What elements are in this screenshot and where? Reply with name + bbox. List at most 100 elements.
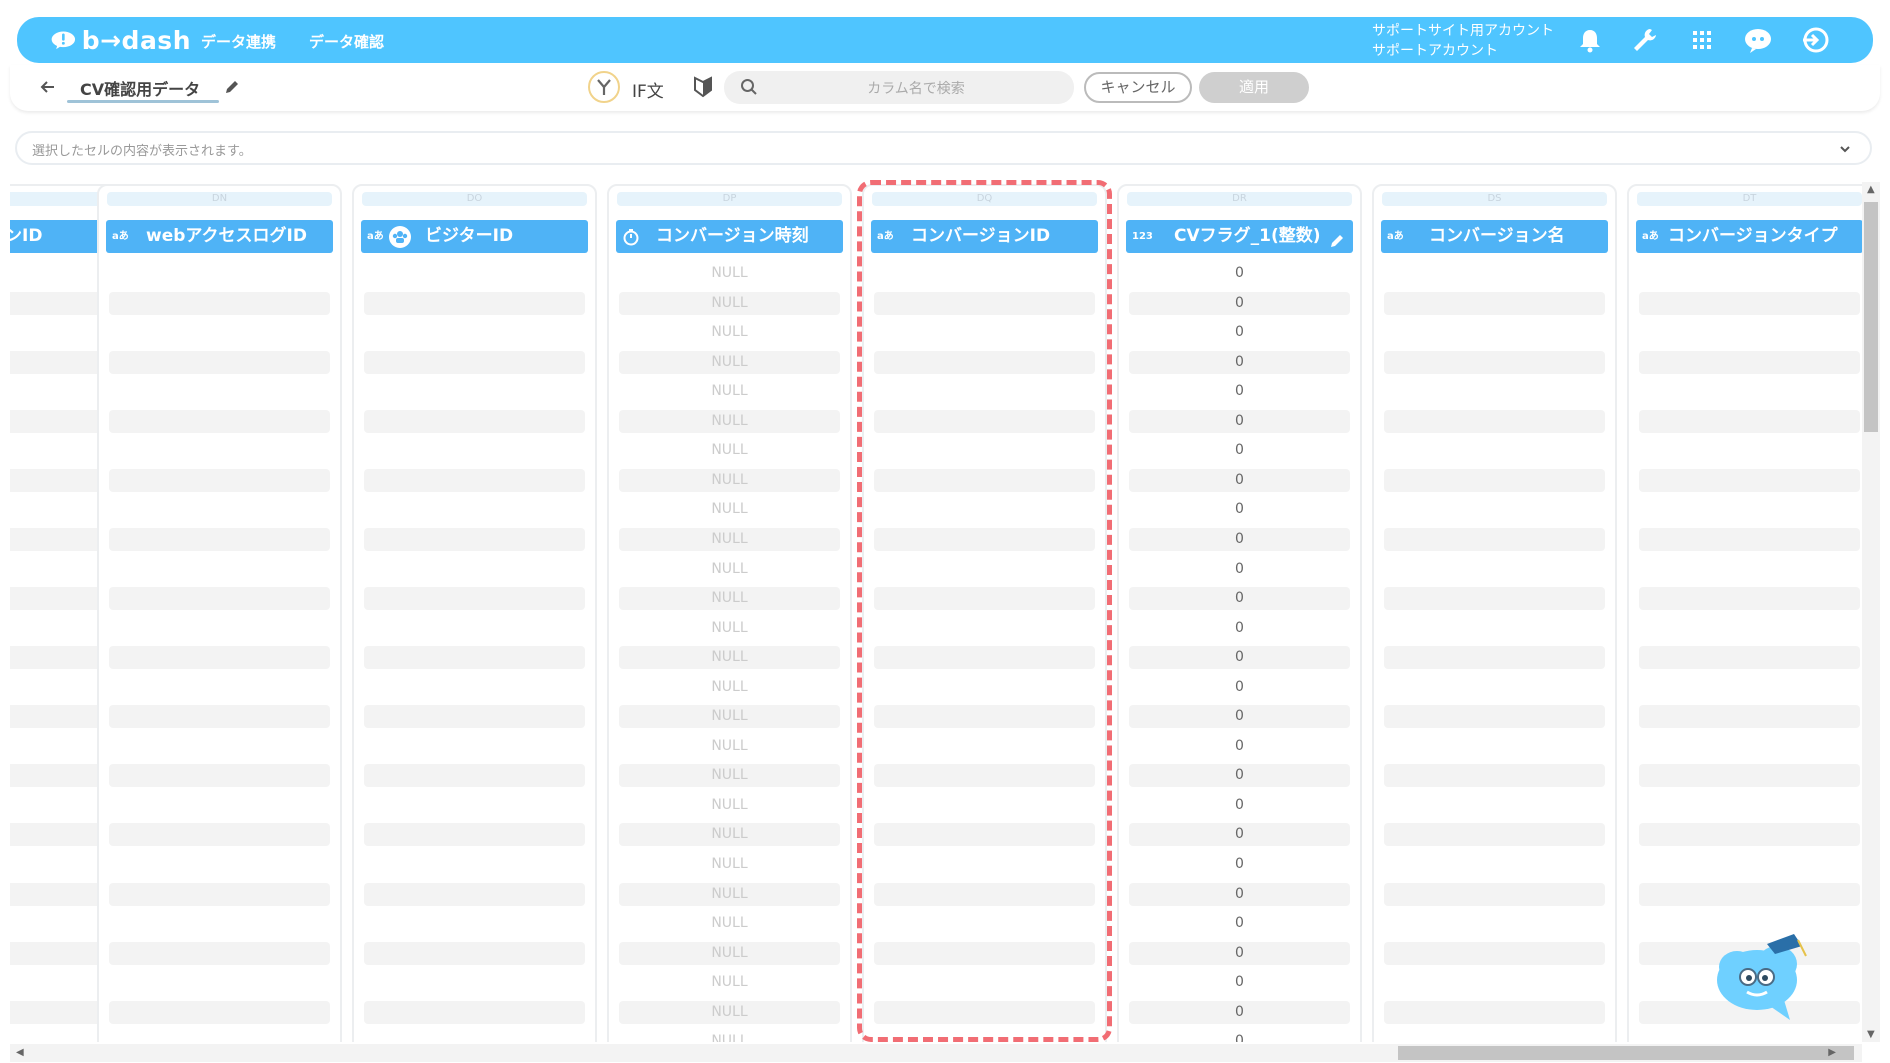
grid-cell[interactable]: [874, 350, 1095, 374]
grid-cell[interactable]: [354, 439, 595, 462]
grid-cell[interactable]: [109, 527, 330, 551]
grid-cell[interactable]: [1374, 794, 1615, 817]
grid-cell[interactable]: [874, 587, 1095, 611]
grid-cell[interactable]: [1374, 617, 1615, 640]
column-header[interactable]: コンバージョン時刻: [616, 220, 843, 253]
wrench-icon[interactable]: [1630, 26, 1660, 54]
grid-cell[interactable]: [364, 587, 585, 611]
nav-data-check[interactable]: データ確認: [309, 31, 384, 52]
grid-cell[interactable]: [364, 882, 585, 906]
grid-cell[interactable]: [109, 1000, 330, 1024]
grid-cell[interactable]: [99, 558, 340, 581]
grid-cell[interactable]: [1639, 468, 1860, 492]
sheet-title[interactable]: CV確認用データ: [80, 76, 200, 100]
if-statement-button[interactable]: [588, 71, 620, 103]
grid-cell[interactable]: [364, 409, 585, 433]
grid-cell[interactable]: [99, 498, 340, 521]
grid-cell[interactable]: [364, 823, 585, 847]
grid-cell[interactable]: [354, 558, 595, 581]
grid-cell[interactable]: [864, 735, 1105, 758]
grid-cell[interactable]: [364, 705, 585, 729]
grid-cell[interactable]: [109, 941, 330, 965]
grid-cell[interactable]: [1629, 498, 1862, 521]
grid-cell[interactable]: [1374, 1030, 1615, 1042]
grid-cell[interactable]: [1374, 971, 1615, 994]
grid-cell[interactable]: [1639, 527, 1860, 551]
grid-cell[interactable]: [364, 291, 585, 315]
grid-cell[interactable]: [354, 912, 595, 935]
grid-cell[interactable]: [99, 617, 340, 640]
grid-cell[interactable]: [109, 350, 330, 374]
grid-cell[interactable]: [354, 498, 595, 521]
grid-cell[interactable]: [874, 823, 1095, 847]
grid-cell[interactable]: [99, 262, 340, 285]
grid-cell[interactable]: [1639, 409, 1860, 433]
grid-cell[interactable]: [109, 468, 330, 492]
search-input[interactable]: [774, 71, 1058, 106]
grid-cell[interactable]: [874, 1000, 1095, 1024]
grid-cell[interactable]: [364, 646, 585, 670]
grid-cell[interactable]: [864, 794, 1105, 817]
grid-cell[interactable]: [1384, 646, 1605, 670]
grid-cell[interactable]: [864, 321, 1105, 344]
grid-cell[interactable]: [354, 321, 595, 344]
grid-cell[interactable]: [1374, 439, 1615, 462]
grid-cell[interactable]: [99, 439, 340, 462]
back-arrow-icon[interactable]: [38, 77, 58, 97]
grid-cell[interactable]: [99, 735, 340, 758]
account-info[interactable]: サポートサイト用アカウント サポートアカウント: [1372, 21, 1554, 61]
grid-cell[interactable]: [364, 941, 585, 965]
grid-cell[interactable]: [874, 409, 1095, 433]
column-header[interactable]: aあ コンバージョンタイプ: [1636, 220, 1862, 253]
chevron-down-icon[interactable]: [1838, 142, 1852, 156]
column-letter[interactable]: DN: [107, 192, 332, 206]
beginner-mark-icon[interactable]: [692, 75, 714, 99]
grid-cell[interactable]: [99, 912, 340, 935]
grid-cell[interactable]: [1374, 262, 1615, 285]
grid-cell[interactable]: [99, 853, 340, 876]
grid-cell[interactable]: [874, 941, 1095, 965]
grid-cell[interactable]: [1639, 587, 1860, 611]
grid-cell[interactable]: [364, 527, 585, 551]
grid-cell[interactable]: [1384, 468, 1605, 492]
grid-cell[interactable]: [1629, 321, 1862, 344]
scroll-right-arrow-icon[interactable]: ▶: [1828, 1047, 1836, 1058]
grid-cell[interactable]: [354, 380, 595, 403]
horizontal-scroll-thumb[interactable]: [1398, 1046, 1854, 1060]
grid-cell[interactable]: [864, 558, 1105, 581]
grid-cell[interactable]: [364, 1000, 585, 1024]
grid-cell[interactable]: [1384, 1000, 1605, 1024]
logout-icon[interactable]: [1800, 26, 1830, 54]
grid-cell[interactable]: [1639, 291, 1860, 315]
scroll-up-arrow-icon[interactable]: ▲: [1867, 184, 1875, 195]
grid-cell[interactable]: [1374, 380, 1615, 403]
vertical-scroll-thumb[interactable]: [1864, 202, 1878, 432]
grid-cell[interactable]: [109, 705, 330, 729]
grid-cell[interactable]: [1374, 558, 1615, 581]
grid-cell[interactable]: [364, 350, 585, 374]
grid-cell[interactable]: [109, 587, 330, 611]
grid-cell[interactable]: [1629, 676, 1862, 699]
grid-cell[interactable]: [109, 823, 330, 847]
grid-cell[interactable]: [1629, 558, 1862, 581]
grid-cell[interactable]: [354, 735, 595, 758]
grid-cell[interactable]: [99, 380, 340, 403]
grid-cell[interactable]: [1639, 882, 1860, 906]
cancel-button[interactable]: キャンセル: [1084, 72, 1192, 103]
grid-cell[interactable]: [109, 764, 330, 788]
grid-cell[interactable]: [874, 527, 1095, 551]
if-statement-label[interactable]: IF文: [632, 77, 664, 102]
grid-cell[interactable]: [1384, 941, 1605, 965]
column-header[interactable]: aあ webアクセスログID: [106, 220, 333, 253]
mascot-assistant-icon[interactable]: [1712, 922, 1812, 1022]
grid-cell[interactable]: [874, 705, 1095, 729]
grid-cell[interactable]: [1374, 853, 1615, 876]
grid-cell[interactable]: [864, 971, 1105, 994]
grid-cell[interactable]: [1374, 735, 1615, 758]
grid-cell[interactable]: [109, 882, 330, 906]
grid-cell[interactable]: [1384, 705, 1605, 729]
grid-cell[interactable]: [864, 853, 1105, 876]
grid-cell[interactable]: [364, 468, 585, 492]
column-letter[interactable]: DR: [1127, 192, 1352, 206]
column-letter[interactable]: DQ: [872, 192, 1097, 206]
